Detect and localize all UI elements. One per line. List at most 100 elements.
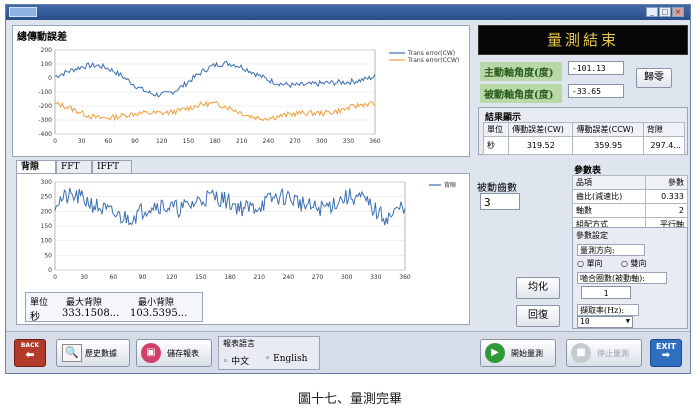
stop-measure-button[interactable]: ■ 停止量測 xyxy=(566,339,642,367)
app-window: _ □ × 總傳動誤差 200 100 0 -100 -200 -300 -400 0 30 6… xyxy=(5,4,691,374)
top-x-tick-label: 330 xyxy=(343,138,355,145)
backlash-y-tick-label: 150 xyxy=(41,223,53,230)
radio-icon: ○ xyxy=(621,259,631,268)
reset-button[interactable]: 歸零 xyxy=(636,68,672,88)
history-button[interactable]: 🔍 歷史數據 xyxy=(56,339,130,367)
backlash-y-tick-label: 100 xyxy=(41,238,53,245)
results-unit: 秒 xyxy=(482,136,510,155)
bottom-toolbar: BACK ⬅ 🔍 歷史數據 ▣ 儲存報表 報表語言 ◦ 中文 ◦ English… xyxy=(6,331,690,373)
top-x-tick-label: 30 xyxy=(78,138,86,145)
teeth-value[interactable]: 3 xyxy=(480,193,520,210)
top-x-tick-label: 180 xyxy=(209,138,221,145)
backlash-x-tick-label: 150 xyxy=(195,274,207,281)
results-cw: 319.52 xyxy=(508,136,574,155)
tab-backlash[interactable]: 背隙 xyxy=(16,160,56,174)
average-button[interactable]: 均化 xyxy=(516,277,560,299)
driven-angle-value: -33.65 xyxy=(568,84,624,98)
restore-button[interactable]: 回復 xyxy=(516,305,560,327)
backlash-x-tick-label: 120 xyxy=(166,274,178,281)
backlash-x-tick-label: 60 xyxy=(110,274,118,281)
start-measure-label: 開始量測 xyxy=(511,349,543,358)
direction-option-one[interactable]: ○ 單向 xyxy=(577,258,603,269)
figure-caption: 圖十七、量測完畢 xyxy=(297,392,402,407)
top-y-tick-label: 0 xyxy=(48,75,52,82)
params-table: 品項 參數 齒比(減速比) 0.333 軸數 2 組配方式 平行軸 xyxy=(572,175,689,232)
close-button[interactable]: × xyxy=(672,7,684,17)
top-x-tick-label: 240 xyxy=(263,138,275,145)
top-y-tick-label: -100 xyxy=(38,89,52,96)
summary-header-unit: 單位 xyxy=(30,298,49,308)
magnifier-icon: 🔍 xyxy=(62,344,82,362)
backlash-x-tick-label: 30 xyxy=(80,274,88,281)
summary-min: 103.5395... xyxy=(130,308,188,319)
backlash-x-tick-label: 210 xyxy=(253,274,265,281)
results-panel: 結果顯示 單位 傳動誤差(CW) 傳動誤差(CCW) 背隙 秒 319.52 3… xyxy=(478,107,688,155)
top-x-tick-label: 90 xyxy=(131,138,139,145)
top-y-tick-label: -200 xyxy=(38,103,52,110)
legend-backlash: 背隙 xyxy=(444,181,456,189)
direction-option-two[interactable]: ○ 雙向 xyxy=(621,258,647,269)
language-option-english[interactable]: ◦ English xyxy=(265,354,307,364)
rate-label: 擷取率(Hz): xyxy=(577,304,639,316)
summary-header-min: 最小背隙 xyxy=(138,298,175,308)
results-header-ccw: 傳動誤差(CCW) xyxy=(572,122,644,137)
teeth-label: 被動齒數 xyxy=(477,183,517,194)
summary-header-max: 最大背隙 xyxy=(66,298,103,308)
results-table: 單位 傳動誤差(CW) 傳動誤差(CCW) 背隙 秒 319.52 359.95… xyxy=(482,122,686,155)
back-button[interactable]: BACK ⬅ xyxy=(14,339,46,367)
params-header-item: 品項 xyxy=(572,175,646,190)
results-ccw: 359.95 xyxy=(572,136,644,155)
minimize-button[interactable]: _ xyxy=(646,7,658,17)
top-x-tick-label: 60 xyxy=(105,138,113,145)
backlash-y-tick-label: 0 xyxy=(48,267,52,274)
total-error-chart: 200 100 0 -100 -200 -300 -400 0 30 60 90 120 150 180… xyxy=(38,47,459,145)
language-option-chinese[interactable]: ◦ 中文 xyxy=(223,354,249,367)
rate-select[interactable]: 10 ▼ xyxy=(577,316,633,328)
backlash-x-tick-label: 240 xyxy=(283,274,295,281)
top-y-tick-label: 100 xyxy=(41,61,53,68)
mesh-input[interactable]: 1 xyxy=(581,286,631,299)
start-measure-button[interactable]: ▶ 開始量測 xyxy=(480,339,556,367)
report-language-title: 報表語言 xyxy=(223,339,255,348)
radio-icon: ◦ xyxy=(223,357,232,367)
floppy-disk-icon: ▣ xyxy=(141,343,161,363)
top-y-tick-label: -300 xyxy=(38,117,52,124)
backlash-y-tick-label: 50 xyxy=(44,252,52,259)
language-english-label: English xyxy=(273,354,308,364)
results-header-backlash: 背隙 xyxy=(642,122,686,137)
app-logo xyxy=(9,7,37,17)
mesh-label: 嚙合圈數(被動軸): xyxy=(577,272,667,284)
maximize-button[interactable]: □ xyxy=(659,7,671,17)
driving-angle-value: -101.13 xyxy=(568,61,624,75)
backlash-x-tick-label: 270 xyxy=(312,274,324,281)
arrow-left-icon: ⬅ xyxy=(25,348,35,361)
title-bar: _ □ × xyxy=(6,5,690,20)
results-header-cw: 傳動誤差(CW) xyxy=(508,122,574,137)
top-x-tick-label: 360 xyxy=(369,138,381,145)
tab-fft[interactable]: FFT xyxy=(56,160,92,174)
total-error-chart-panel: 總傳動誤差 200 100 0 -100 -200 -300 -400 0 30 60 90 120… xyxy=(12,25,470,157)
backlash-tab-panel: 300 250 200 150 100 50 0 0 30 60 90 120 150 180 210 24… xyxy=(16,173,470,325)
chevron-down-icon: ▼ xyxy=(625,317,630,325)
save-report-label: 儲存報表 xyxy=(167,349,199,358)
tab-ifft[interactable]: IFFT xyxy=(92,160,132,174)
backlash-y-tick-label: 200 xyxy=(41,208,53,215)
top-y-tick-label: 200 xyxy=(41,47,53,54)
backlash-chart: 300 250 200 150 100 50 0 0 30 60 90 120 150 180 210 24… xyxy=(41,179,456,281)
radio-icon: ○ xyxy=(577,259,587,268)
top-x-tick-label: 270 xyxy=(289,138,301,145)
backlash-summary: 單位 最大背隙 最小背隙 秒 333.1508... 103.5395... xyxy=(25,292,203,323)
params-row-axes-label: 軸數 xyxy=(572,203,646,218)
backlash-y-tick-label: 300 xyxy=(41,179,53,186)
summary-unit: 秒 xyxy=(30,312,40,323)
top-x-tick-label: 150 xyxy=(183,138,195,145)
results-backlash: 297.4... xyxy=(642,136,686,155)
exit-button[interactable]: EXIT ➡ xyxy=(650,339,682,367)
backlash-y-tick-label: 250 xyxy=(41,194,53,201)
backlash-x-tick-label: 330 xyxy=(370,274,382,281)
legend-cw: Trans error(CW) xyxy=(407,50,455,57)
play-icon: ▶ xyxy=(485,343,505,363)
direction-option-one-label: 單向 xyxy=(586,259,603,268)
stop-measure-label: 停止量測 xyxy=(597,349,629,358)
save-report-button[interactable]: ▣ 儲存報表 xyxy=(136,339,212,367)
